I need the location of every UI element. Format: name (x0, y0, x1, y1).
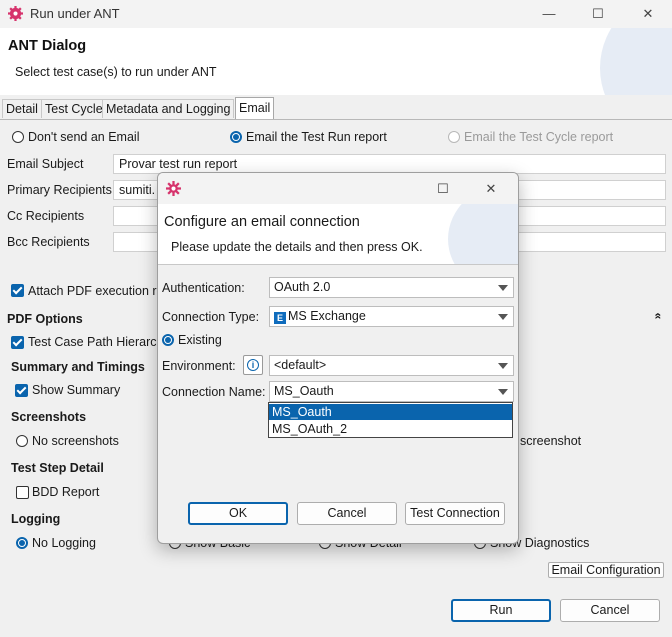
test-connection-button[interactable]: Test Connection (405, 502, 505, 525)
dont-send-radio[interactable] (12, 131, 24, 143)
connection-name-label: Connection Name: (162, 385, 266, 399)
no-screenshots-label: No screenshots (32, 434, 119, 448)
window-title: Run under ANT (30, 6, 120, 21)
email-configuration-button[interactable]: Email Configuration (548, 562, 664, 578)
authentication-label: Authentication: (162, 281, 245, 295)
run-button[interactable]: Run (451, 599, 551, 622)
dialog-gear-icon (166, 181, 181, 196)
chevron-down-icon (498, 389, 508, 395)
show-summary-checkbox[interactable] (15, 384, 28, 397)
email-connection-dialog: ☐ ✕ Configure an email connection Please… (157, 172, 519, 544)
page-title: ANT Dialog (8, 38, 87, 54)
dialog-titlebar: ☐ ✕ (158, 173, 518, 204)
minimize-button[interactable]: — (534, 4, 564, 24)
logging-title: Logging (11, 512, 61, 526)
collapse-icon[interactable]: « (651, 313, 665, 320)
dialog-cancel-button[interactable]: Cancel (297, 502, 397, 525)
window-titlebar: Run under ANT — ☐ ✕ (0, 0, 672, 28)
no-screenshots-radio[interactable] (16, 435, 28, 447)
dropdown-option-ms-oauth[interactable]: MS_Oauth (269, 404, 512, 420)
attach-pdf-checkbox[interactable] (11, 284, 24, 297)
bdd-report-label: BDD Report (32, 485, 100, 499)
dropdown-option-ms-oauth-2[interactable]: MS_OAuth_2 (269, 421, 512, 437)
connection-name-select[interactable]: MS_Oauth (269, 381, 514, 402)
screenshot-option-label: screenshot (520, 434, 582, 448)
run-report-radio[interactable] (230, 131, 242, 143)
existing-radio[interactable] (162, 334, 174, 346)
attach-pdf-label: Attach PDF execution re (28, 284, 164, 298)
cycle-report-radio (448, 131, 460, 143)
test-case-path-checkbox[interactable] (11, 336, 24, 349)
connection-type-value: MS Exchange (288, 309, 366, 323)
dialog-header: Configure an email connection Please upd… (158, 204, 518, 265)
environment-label: Environment: (162, 359, 236, 373)
info-button[interactable]: i (243, 355, 263, 375)
screenshots-title: Screenshots (11, 410, 87, 424)
tab-metadata-logging[interactable]: Metadata and Logging (102, 99, 235, 118)
no-logging-label: No Logging (32, 536, 96, 550)
dialog-header: ANT Dialog Select test case(s) to run un… (0, 28, 672, 95)
chevron-down-icon (498, 285, 508, 291)
dialog-header-decoration (448, 204, 518, 264)
primary-recipients-label: Primary Recipients (7, 183, 112, 197)
summary-title: Summary and Timings (11, 360, 145, 374)
chevron-down-icon (498, 363, 508, 369)
pdf-options-title: PDF Options (7, 312, 83, 326)
cc-recipients-label: Cc Recipients (7, 209, 85, 223)
show-summary-label: Show Summary (32, 383, 121, 397)
connection-type-label: Connection Type: (162, 310, 260, 324)
authentication-value: OAuth 2.0 (274, 280, 331, 294)
connection-name-value: MS_Oauth (274, 384, 334, 398)
test-case-path-label: Test Case Path Hierarch (28, 335, 164, 349)
cycle-report-label: Email the Test Cycle report (464, 130, 614, 144)
environment-select[interactable]: <default> (269, 355, 514, 376)
ok-button[interactable]: OK (188, 502, 288, 525)
run-report-label: Email the Test Run report (246, 130, 387, 144)
authentication-select[interactable]: OAuth 2.0 (269, 277, 514, 298)
info-icon: i (247, 359, 259, 371)
app-gear-icon (8, 6, 23, 21)
email-subject-field[interactable]: Provar test run report (113, 154, 666, 174)
tab-test-cycle[interactable]: Test Cycle (41, 99, 107, 118)
email-subject-label: Email Subject (7, 157, 84, 171)
connection-name-dropdown: MS_Oauth MS_OAuth_2 (268, 402, 513, 438)
dialog-maximize-button[interactable]: ☐ (428, 179, 458, 199)
tab-bar: Detail Test Cycle Metadata and Logging E… (0, 97, 672, 120)
chevron-down-icon (498, 314, 508, 320)
exchange-icon: E (274, 312, 286, 324)
connection-type-select[interactable]: E MS Exchange (269, 306, 514, 327)
header-decoration (600, 28, 672, 95)
bcc-recipients-label: Bcc Recipients (7, 235, 90, 249)
cancel-button[interactable]: Cancel (560, 599, 660, 622)
page-subtitle: Select test case(s) to run under ANT (15, 65, 217, 79)
bdd-report-checkbox[interactable] (16, 486, 29, 499)
tab-detail[interactable]: Detail (2, 99, 42, 118)
dont-send-label: Don't send an Email (28, 130, 140, 144)
dialog-title: Configure an email connection (164, 214, 360, 230)
maximize-button[interactable]: ☐ (583, 4, 613, 24)
close-button[interactable]: ✕ (633, 4, 663, 24)
dialog-close-button[interactable]: ✕ (476, 179, 506, 199)
no-logging-radio[interactable] (16, 537, 28, 549)
existing-label: Existing (178, 333, 222, 347)
test-step-title: Test Step Detail (11, 461, 104, 475)
tab-email[interactable]: Email (235, 97, 275, 119)
environment-value: <default> (274, 358, 327, 372)
dialog-subtitle: Please update the details and then press… (171, 240, 423, 254)
